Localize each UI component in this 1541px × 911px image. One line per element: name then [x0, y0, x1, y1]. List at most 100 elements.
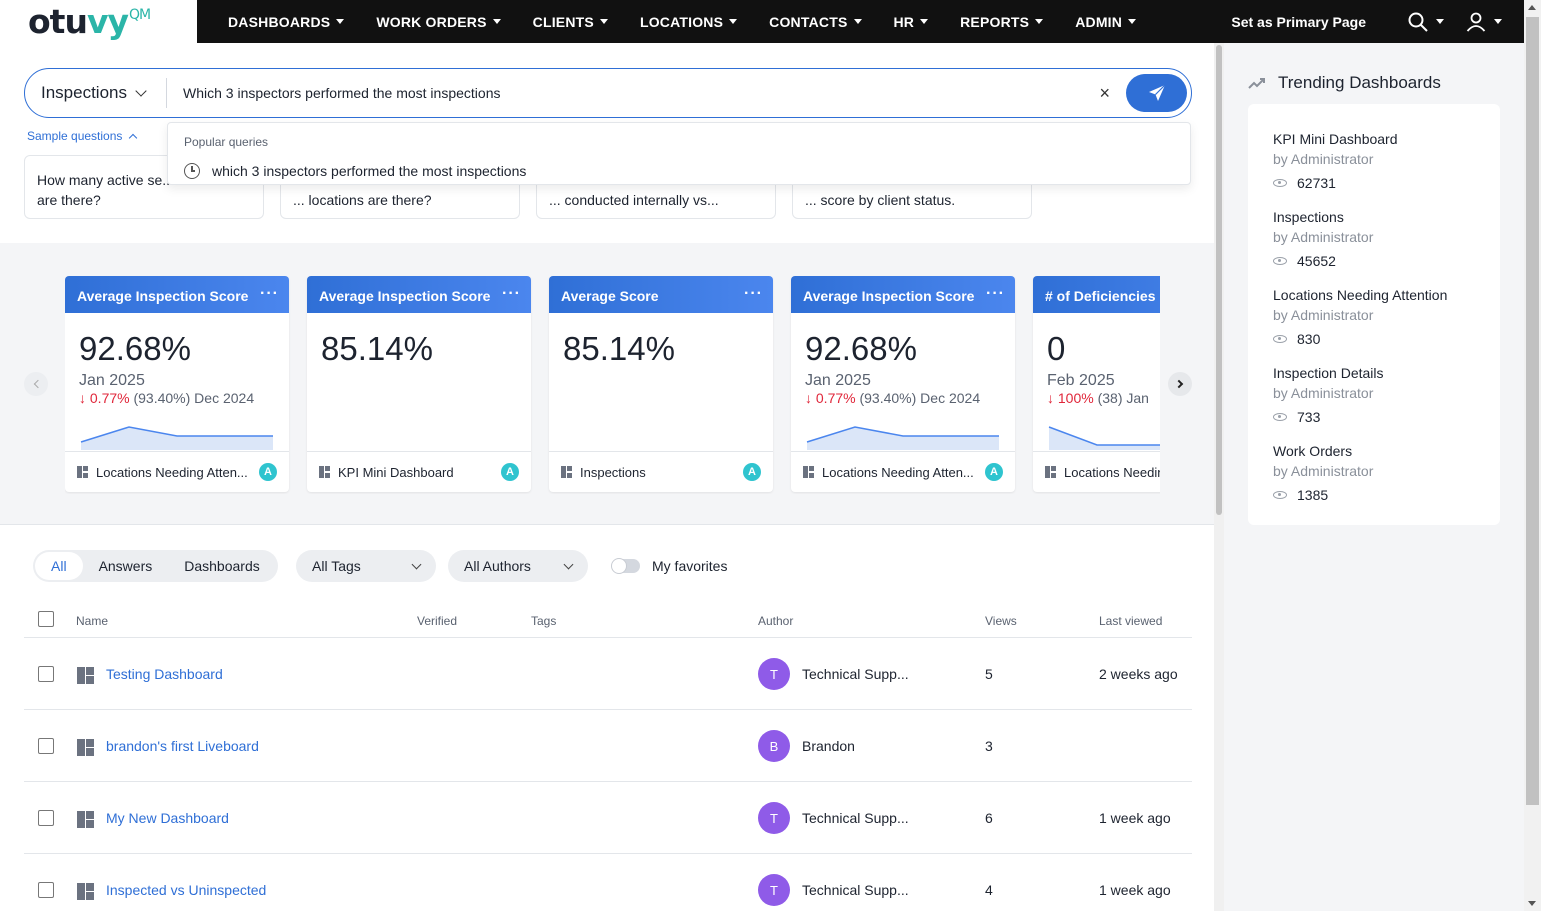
views-count: 3: [985, 738, 993, 754]
header-last-viewed[interactable]: Last viewed: [1099, 614, 1162, 628]
row-name-link[interactable]: Inspected vs Uninspected: [106, 882, 266, 898]
scroll-up-icon[interactable]: [1528, 5, 1536, 10]
row-name-link[interactable]: Testing Dashboard: [106, 666, 223, 682]
nav-user-menu[interactable]: [1466, 12, 1502, 32]
more-options-icon[interactable]: ···: [502, 285, 521, 303]
header-tags[interactable]: Tags: [531, 614, 556, 628]
trending-item-title[interactable]: Locations Needing Attention: [1273, 287, 1447, 303]
top-navbar: DASHBOARDS WORK ORDERS CLIENTS LOCATIONS…: [197, 0, 1524, 43]
header-name[interactable]: Name: [76, 614, 108, 628]
row-name-link[interactable]: My New Dashboard: [106, 810, 229, 826]
tab-dashboards[interactable]: Dashboards: [168, 552, 276, 580]
kpi-value: 85.14%: [321, 330, 433, 367]
trending-item-title[interactable]: Work Orders: [1273, 443, 1373, 459]
tab-all[interactable]: All: [35, 552, 83, 580]
dashboard-icon: [77, 466, 88, 478]
scrollbar-thumb[interactable]: [1216, 45, 1222, 515]
trending-item-title[interactable]: KPI Mini Dashboard: [1273, 131, 1398, 147]
trending-item-title[interactable]: Inspection Details: [1273, 365, 1384, 381]
nav-reports[interactable]: REPORTS: [944, 0, 1059, 43]
nav-admin[interactable]: ADMIN: [1059, 0, 1152, 43]
row-checkbox[interactable]: [38, 738, 54, 754]
table-row[interactable]: brandon's first Liveboard B Brandon 3: [24, 710, 1192, 782]
kpi-value: 92.68%: [805, 330, 917, 367]
more-options-icon[interactable]: ···: [744, 285, 763, 303]
eye-icon: [1273, 335, 1287, 343]
search-input[interactable]: [183, 85, 1100, 101]
sample-questions-toggle[interactable]: Sample questions: [27, 129, 138, 143]
kpi-card[interactable]: Average Score ··· 85.14% Inspections A: [549, 276, 773, 492]
trending-item[interactable]: KPI Mini Dashboard by Administrator 62731: [1273, 131, 1398, 191]
search-source-select[interactable]: Inspections: [25, 78, 167, 108]
trending-item-views: 1385: [1273, 487, 1373, 503]
search-source-label: Inspections: [41, 83, 127, 102]
row-name-link[interactable]: brandon's first Liveboard: [106, 738, 259, 754]
nav-search-menu[interactable]: [1408, 12, 1444, 32]
header-views[interactable]: Views: [985, 614, 1017, 628]
logo[interactable]: otuvyQM: [28, 2, 151, 41]
nav-hr[interactable]: HR: [878, 0, 945, 43]
carousel-next-button[interactable]: [1168, 372, 1192, 396]
kpi-footer[interactable]: Locations Needing Atten...A: [791, 451, 1015, 492]
eye-icon: [1273, 413, 1287, 421]
row-checkbox[interactable]: [38, 810, 54, 826]
trending-item[interactable]: Inspections by Administrator 45652: [1273, 209, 1373, 269]
table-row[interactable]: My New Dashboard T Technical Supp... 6 1 wee…: [24, 782, 1192, 854]
logo-area: otuvyQM: [0, 0, 197, 43]
avatar: A: [501, 463, 519, 481]
more-options-icon[interactable]: ···: [260, 285, 279, 303]
popular-query-item[interactable]: which 3 inspectors performed the most in…: [184, 163, 526, 179]
table-row[interactable]: Inspected vs Uninspected T Technical Supp.…: [24, 854, 1192, 911]
clear-search-button[interactable]: ×: [1099, 83, 1110, 104]
toggle-switch[interactable]: [611, 558, 640, 574]
nav-dashboards[interactable]: DASHBOARDS: [197, 0, 360, 43]
header-author[interactable]: Author: [758, 614, 793, 628]
kpi-footer[interactable]: KPI Mini Dashboard A: [307, 451, 531, 492]
table-row[interactable]: Testing Dashboard T Technical Supp... 5 2 we…: [24, 638, 1192, 710]
dashboard-icon: [803, 466, 814, 478]
kpi-footer[interactable]: Locations Needing Atten...A: [65, 451, 289, 492]
kpi-card[interactable]: Average Inspection Score ··· 92.68% Jan 202…: [65, 276, 289, 492]
kpi-footer[interactable]: Locations Needing Atten...A: [1033, 451, 1160, 492]
tab-answers[interactable]: Answers: [83, 552, 169, 580]
kpi-card[interactable]: Average Inspection Score ··· 85.14% KPI Min…: [307, 276, 531, 492]
arrow-down-icon: ↓: [79, 390, 90, 406]
trending-item[interactable]: Inspection Details by Administrator 733: [1273, 365, 1384, 425]
nav-work-orders[interactable]: WORK ORDERS: [360, 0, 516, 43]
search-submit-button[interactable]: [1126, 74, 1187, 112]
trending-panel: Trending Dashboards KPI Mini Dashboard by…: [1224, 43, 1524, 911]
row-checkbox[interactable]: [38, 666, 54, 682]
avatar: A: [985, 463, 1003, 481]
tags-filter-dropdown[interactable]: All Tags: [296, 550, 436, 582]
trending-item[interactable]: Work Orders by Administrator 1385: [1273, 443, 1373, 503]
kpi-viewport: Average Inspection Score ··· 92.68% Jan 202…: [65, 276, 1160, 494]
kpi-card[interactable]: # of Deficiencies··· 0 Feb 2025↓ 100% (38)…: [1033, 276, 1160, 492]
trending-item-title[interactable]: Inspections: [1273, 209, 1373, 225]
content-type-tabs: All Answers Dashboards: [33, 550, 278, 582]
favorites-toggle[interactable]: My favorites: [611, 558, 727, 574]
row-checkbox[interactable]: [38, 882, 54, 898]
nav-contacts[interactable]: CONTACTS: [753, 0, 877, 43]
content-scrollbar[interactable]: [1214, 43, 1224, 911]
header-verified[interactable]: Verified: [417, 614, 457, 628]
dashboard-icon: [1045, 466, 1056, 478]
authors-filter-dropdown[interactable]: All Authors: [448, 550, 588, 582]
eye-icon: [1273, 491, 1287, 499]
dashboard-icon: [77, 667, 94, 684]
nav-locations[interactable]: LOCATIONS: [624, 0, 753, 43]
more-options-icon[interactable]: ···: [986, 285, 1005, 303]
select-all-checkbox[interactable]: [38, 611, 54, 627]
page-scrollbar[interactable]: [1524, 0, 1541, 911]
eye-icon: [1273, 257, 1287, 265]
last-viewed: 2 weeks ago: [1099, 666, 1178, 682]
carousel-prev-button[interactable]: [24, 372, 48, 396]
scrollbar-thumb[interactable]: [1526, 17, 1539, 805]
set-primary-page-button[interactable]: Set as Primary Page: [1217, 6, 1380, 37]
kpi-card[interactable]: Average Inspection Score ··· 92.68% Jan 202…: [791, 276, 1015, 492]
kpi-footer[interactable]: Inspections A: [549, 451, 773, 492]
chevron-right-icon: [1174, 379, 1183, 389]
scroll-down-icon[interactable]: [1528, 901, 1536, 906]
trending-item[interactable]: Locations Needing Attention by Administra…: [1273, 287, 1447, 347]
kpi-change: ↓ 0.77% (93.40%) Dec 2024: [805, 390, 981, 406]
nav-clients[interactable]: CLIENTS: [517, 0, 624, 43]
